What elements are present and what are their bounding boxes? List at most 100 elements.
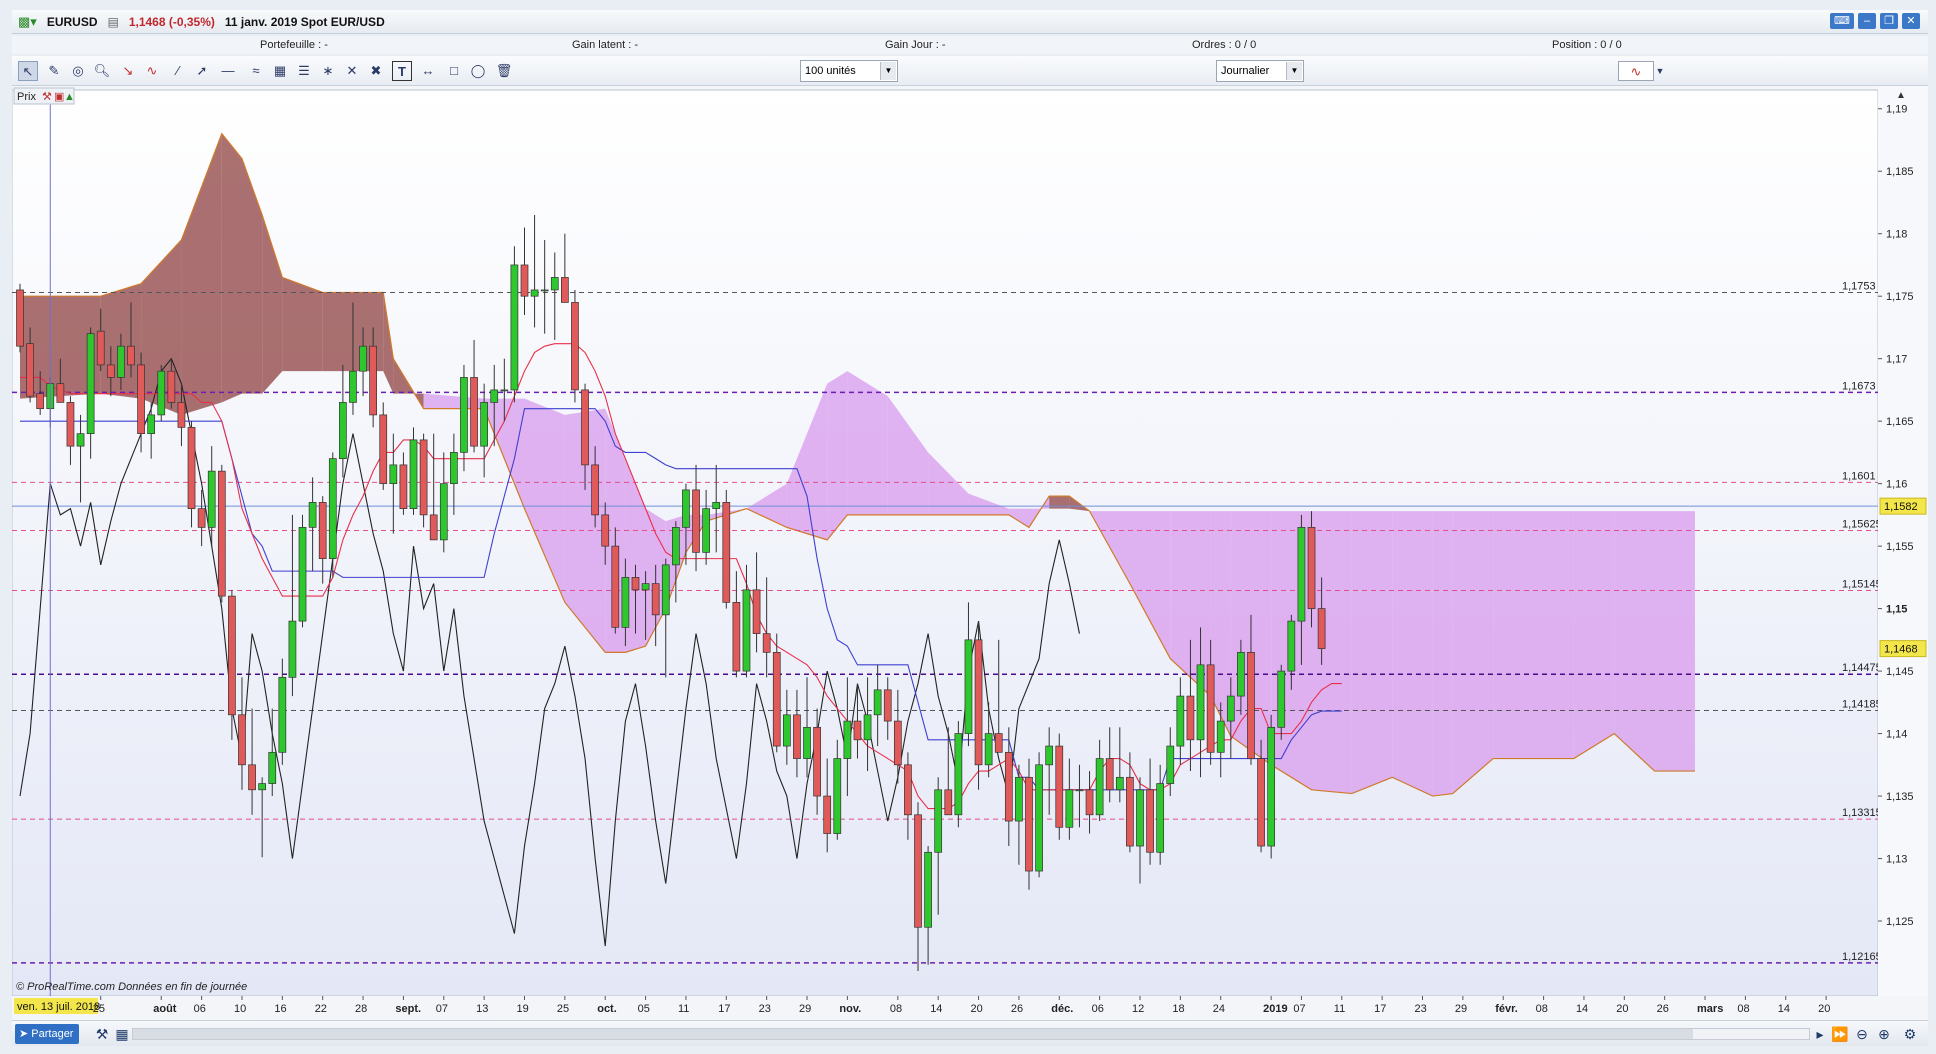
x-tick-label: 20 xyxy=(1616,1003,1628,1015)
x-tick-label: 22 xyxy=(315,1003,327,1015)
wave-icon[interactable]: ∿ xyxy=(142,61,162,81)
target-icon[interactable]: ◎ xyxy=(68,61,88,81)
minimize-button[interactable]: – xyxy=(1858,13,1876,29)
keyboard-icon[interactable]: ⌨ xyxy=(1830,13,1854,29)
candle-bull xyxy=(480,402,488,447)
candle-bull xyxy=(1166,745,1175,784)
line-icon[interactable]: ∕ xyxy=(168,61,188,81)
cloud-bear-segment xyxy=(282,277,323,372)
scroll-thumb[interactable] xyxy=(133,1029,1693,1039)
info-icon[interactable]: ▤ xyxy=(107,15,118,29)
settings-icon[interactable]: ⚙ xyxy=(1900,1024,1920,1044)
orders-info[interactable]: Ordres : 0 / 0 xyxy=(1192,39,1256,51)
candle-bear xyxy=(914,814,922,928)
indicator-menu-icon[interactable]: ∿ xyxy=(1618,61,1654,81)
x-tick-label: 18 xyxy=(1172,1003,1184,1015)
candle-bull xyxy=(76,433,85,447)
candle-bear xyxy=(1206,664,1215,753)
range-icon[interactable]: ↔ xyxy=(418,61,438,81)
candle-bull xyxy=(349,370,357,403)
trash-icon[interactable]: 🗑︎ xyxy=(494,61,514,81)
title-bar: ▩▾ EURUSD ▤ 1,1468 (-0,35%) 11 janv. 201… xyxy=(12,10,1928,34)
price-chart[interactable]: 1,17531,16731,16011,156251,151451,144751… xyxy=(12,86,1928,1020)
pitchfork-icon[interactable]: ☰ xyxy=(294,61,314,81)
candle-bull xyxy=(86,333,95,435)
period-select-value: Journalier xyxy=(1221,65,1270,77)
chart-type-icon[interactable]: ▩▾ xyxy=(18,14,37,30)
candle-bull xyxy=(278,676,287,753)
fib-icon[interactable]: ≈ xyxy=(246,61,266,81)
candle-bull xyxy=(1065,789,1074,828)
measure-icon[interactable]: ✎ xyxy=(44,61,64,81)
zoom-out-icon[interactable]: ⊖ xyxy=(1852,1024,1872,1044)
x-tick-label: 05 xyxy=(638,1003,650,1015)
channel-icon[interactable]: ∗ xyxy=(318,61,338,81)
candle-bear xyxy=(1247,651,1255,759)
level-label: 1,14185 xyxy=(1842,698,1882,710)
candle-bull xyxy=(712,502,721,509)
candle-bear xyxy=(1186,695,1195,741)
tools-icon[interactable]: ⚒ xyxy=(92,1024,112,1044)
ellipse-icon[interactable]: ◯ xyxy=(468,61,488,81)
x-tick-label: déc. xyxy=(1051,1003,1073,1015)
share-button[interactable]: ➤ Partager xyxy=(15,1024,80,1044)
zoom-icon[interactable]: 🔍︎ xyxy=(92,61,112,81)
share-label: Partager xyxy=(31,1028,74,1040)
candle-bull xyxy=(1277,670,1286,728)
x-tick-label: 2019 xyxy=(1263,1003,1287,1015)
candle-bear xyxy=(581,389,589,466)
period-select[interactable]: Journalier ▼ xyxy=(1216,60,1304,82)
x-tick-label: 29 xyxy=(1455,1003,1467,1015)
text-icon[interactable]: T xyxy=(392,61,412,81)
candle-bear xyxy=(1025,776,1033,872)
chevron-down-icon[interactable]: ▼ xyxy=(1654,61,1666,81)
zoom-in-icon[interactable]: ⊕ xyxy=(1874,1024,1894,1044)
units-select[interactable]: 100 unités ▼ xyxy=(800,60,898,82)
symbol-label[interactable]: EURUSD xyxy=(47,15,98,29)
candle-bull xyxy=(984,733,993,766)
ray-icon[interactable]: ➚ xyxy=(192,61,212,81)
x-tick-label: 28 xyxy=(355,1003,367,1015)
x-tick-label: 20 xyxy=(1818,1003,1830,1015)
candle-bear xyxy=(591,464,599,516)
trend-icon[interactable]: ↘ xyxy=(118,61,138,81)
cursor-icon[interactable]: ↖ xyxy=(18,61,38,81)
candle-bear xyxy=(248,764,256,791)
x-tick-label: 26 xyxy=(1011,1003,1023,1015)
cross-alt-icon[interactable]: ✖ xyxy=(366,61,386,81)
candle-bull xyxy=(530,289,539,297)
close-button[interactable]: ✕ xyxy=(1902,13,1920,29)
units-select-value: 100 unités xyxy=(805,65,856,77)
candle-bear xyxy=(1085,789,1094,816)
x-tick-label: 25 xyxy=(557,1003,569,1015)
position-info[interactable]: Position : 0 / 0 xyxy=(1552,39,1622,51)
candle-bear xyxy=(1257,758,1265,847)
candle-bear xyxy=(419,439,428,516)
candle-bear xyxy=(399,464,408,509)
candle-bull xyxy=(621,577,630,628)
grid-icon[interactable]: ▦ xyxy=(112,1024,132,1044)
candle-bear xyxy=(893,720,902,766)
candle-bear xyxy=(167,370,176,403)
cloud-bull-segment xyxy=(1533,511,1574,759)
hline-icon[interactable]: — xyxy=(218,61,238,81)
candle-bear xyxy=(853,720,862,741)
time-scrollbar[interactable] xyxy=(132,1028,1810,1040)
x-tick-label: 13 xyxy=(476,1003,488,1015)
candle-bear xyxy=(772,651,781,747)
rectangle-icon[interactable]: □ xyxy=(444,61,464,81)
unrealized-gain-info: Gain latent : - xyxy=(572,39,639,51)
restore-button[interactable]: ❐ xyxy=(1880,13,1898,29)
scroll-right-icon[interactable]: ▸ xyxy=(1810,1024,1830,1044)
cross-icon[interactable]: ✕ xyxy=(342,61,362,81)
candle-bull xyxy=(328,458,337,559)
gann-icon[interactable]: ▦ xyxy=(270,61,290,81)
candle-bear xyxy=(36,393,45,410)
x-tick-label: 11 xyxy=(1334,1003,1345,1015)
candle-bull xyxy=(409,439,418,509)
scroll-right-end-icon[interactable]: ⏩ xyxy=(1830,1024,1850,1044)
window-controls: ⌨ – ❐ ✕ xyxy=(1830,13,1920,29)
level-label: 1,14475 xyxy=(1842,662,1882,674)
share-icon: ➤ xyxy=(19,1028,29,1040)
candle-bull xyxy=(1115,776,1124,791)
